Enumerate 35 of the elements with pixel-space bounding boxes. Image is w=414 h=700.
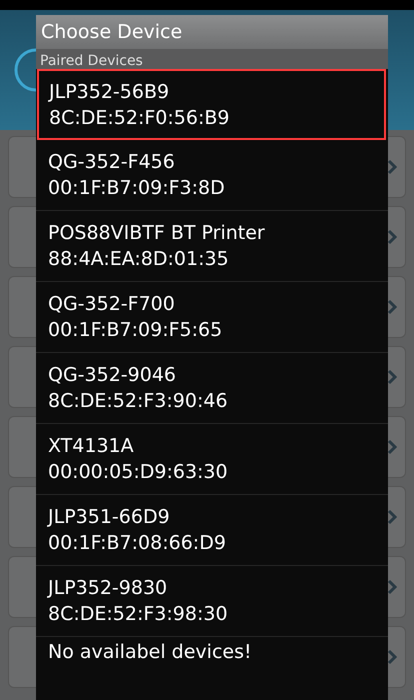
chevron-icon	[387, 579, 397, 595]
status-message: No availabel devices!	[47, 640, 253, 665]
chevron-icon	[387, 159, 397, 175]
chevron-icon	[387, 369, 397, 385]
dialog-title: Choose Device	[36, 15, 388, 49]
device-address: 8C:DE:52:F3:90:46	[48, 390, 229, 412]
device-name: XT4131A	[48, 435, 135, 457]
device-item[interactable]: QG-352-9046 8C:DE:52:F3:90:46	[36, 353, 388, 424]
device-item[interactable]: QG-352-F456 00:1F:B7:09:F3:8D	[36, 140, 388, 211]
device-address: 88:4A:EA:8D:01:35	[48, 248, 230, 270]
device-item[interactable]: JLP352-56B9 8C:DE:52:F0:56:B9	[37, 69, 386, 140]
chevron-icon	[387, 439, 397, 455]
chevron-icon	[387, 299, 397, 315]
device-address: 00:1F:B7:08:66:D9	[48, 532, 227, 554]
device-name: QG-352-9046	[48, 364, 178, 386]
device-address: 8C:DE:52:F0:56:B9	[49, 106, 230, 128]
chevron-icon	[387, 649, 397, 665]
device-item[interactable]: POS88VIBTF BT Printer 88:4A:EA:8D:01:35	[36, 211, 388, 282]
section-header: Paired Devices	[36, 49, 388, 69]
device-name: JLP352-56B9	[49, 80, 170, 102]
device-item[interactable]: JLP352-9830 8C:DE:52:F3:98:30	[36, 566, 388, 637]
chevron-icon	[387, 229, 397, 245]
device-address: 8C:DE:52:F3:98:30	[48, 603, 229, 625]
device-name: JLP351-66D9	[48, 506, 171, 528]
device-name: QG-352-F700	[48, 293, 176, 315]
device-item[interactable]: QG-352-F700 00:1F:B7:09:F5:65	[36, 282, 388, 353]
device-item[interactable]: XT4131A 00:00:05:D9:63:30	[36, 424, 388, 495]
device-name: QG-352-F456	[48, 151, 176, 173]
device-name: POS88VIBTF BT Printer	[48, 222, 266, 244]
device-item[interactable]: JLP351-66D9 00:1F:B7:08:66:D9	[36, 495, 388, 566]
device-address: 00:00:05:D9:63:30	[48, 461, 229, 483]
device-address: 00:1F:B7:09:F3:8D	[48, 177, 226, 199]
device-name: JLP352-9830	[48, 577, 168, 599]
device-address: 00:1F:B7:09:F5:65	[48, 319, 224, 341]
chevron-icon	[387, 509, 397, 525]
